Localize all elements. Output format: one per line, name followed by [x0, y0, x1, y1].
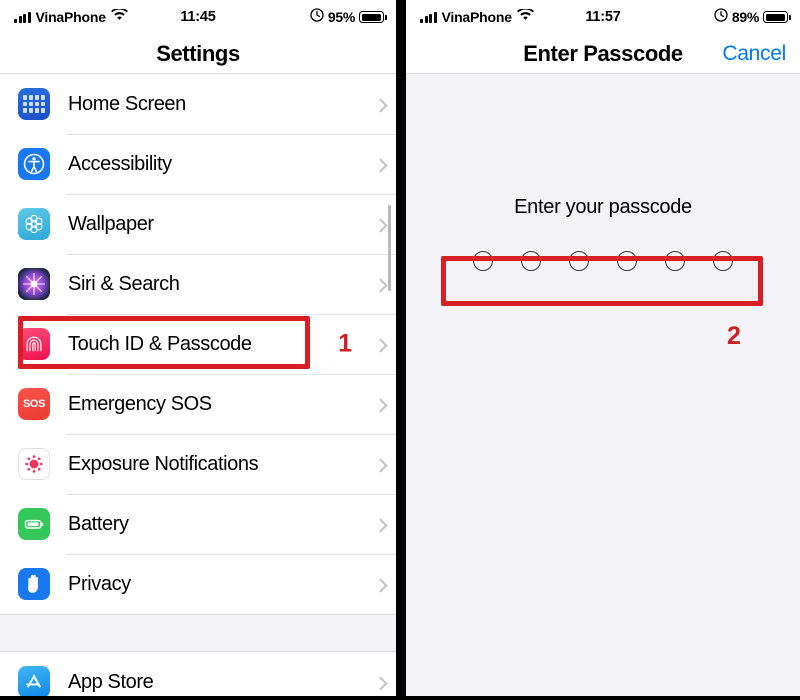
- settings-list-section-2: App Store: [0, 652, 396, 696]
- passcode-dots[interactable]: [406, 251, 800, 271]
- settings-row-label: Accessibility: [68, 152, 172, 175]
- passcode-prompt: Enter your passcode: [514, 196, 692, 218]
- battery-icon: [359, 11, 387, 23]
- wallpaper-icon: [18, 208, 50, 240]
- settings-row-label: Emergency SOS: [68, 392, 212, 415]
- chevron-right-icon: [373, 158, 388, 173]
- settings-row-label: Wallpaper: [68, 212, 154, 235]
- chevron-right-icon: [373, 98, 388, 113]
- nav-bar-right: Enter Passcode Cancel: [406, 34, 800, 74]
- page-title: Settings: [156, 40, 240, 66]
- status-bar-right-group: 95%: [310, 7, 387, 27]
- nav-bar-left: Settings: [0, 34, 396, 74]
- chevron-right-icon: [373, 218, 388, 233]
- app-store-icon: [18, 666, 50, 696]
- passcode-dot: [521, 251, 541, 271]
- chevron-right-icon: [373, 578, 388, 593]
- chevron-right-icon: [373, 338, 388, 353]
- battery-percent-label: 89%: [731, 9, 759, 25]
- accessibility-icon: [18, 148, 50, 180]
- status-bar-right-group: 89%: [714, 7, 791, 27]
- settings-row-privacy[interactable]: Privacy: [0, 554, 396, 614]
- exposure-notifications-icon: [18, 448, 50, 480]
- battery-percent-label: 95%: [327, 9, 355, 25]
- step-annotation-1: 1: [338, 329, 352, 358]
- battery-settings-icon: [18, 508, 50, 540]
- chevron-right-icon: [373, 398, 388, 413]
- list-scrollbar[interactable]: [388, 205, 391, 291]
- chevron-right-icon: [373, 278, 388, 293]
- settings-screen-panel: VinaPhone 11:45 95% Settings Home Screen…: [0, 0, 396, 696]
- list-section-gap: [0, 614, 396, 652]
- chevron-right-icon: [373, 458, 388, 473]
- battery-icon: [763, 11, 791, 23]
- passcode-entry-area: Enter your passcode: [406, 196, 800, 271]
- settings-row-label: Home Screen: [68, 92, 186, 115]
- settings-row-app-store[interactable]: App Store: [0, 652, 396, 696]
- rotation-lock-icon: [714, 7, 728, 27]
- settings-row-battery[interactable]: Battery: [0, 494, 396, 554]
- settings-row-label: Battery: [68, 512, 129, 535]
- chevron-right-icon: [373, 676, 388, 691]
- rotation-lock-icon: [310, 7, 324, 27]
- status-bar-right: VinaPhone 11:57 89%: [406, 0, 800, 34]
- passcode-dot: [569, 251, 589, 271]
- cancel-button[interactable]: Cancel: [722, 42, 786, 66]
- passcode-dot: [617, 251, 637, 271]
- settings-row-home-screen[interactable]: Home Screen: [0, 74, 396, 134]
- settings-row-emergency-sos[interactable]: SOS Emergency SOS: [0, 374, 396, 434]
- emergency-sos-icon: SOS: [18, 388, 50, 420]
- home-screen-icon: [18, 88, 50, 120]
- settings-row-exposure-notifications[interactable]: Exposure Notifications: [0, 434, 396, 494]
- touch-id-fingerprint-icon: [18, 328, 50, 360]
- settings-row-label: Exposure Notifications: [68, 452, 259, 475]
- privacy-hand-icon: [18, 568, 50, 600]
- siri-icon: [18, 268, 50, 300]
- settings-row-siri-search[interactable]: Siri & Search: [0, 254, 396, 314]
- settings-row-touch-id-passcode[interactable]: Touch ID & Passcode 1: [0, 314, 396, 374]
- chevron-right-icon: [373, 518, 388, 533]
- passcode-dot: [713, 251, 733, 271]
- settings-row-label: Touch ID & Passcode: [68, 332, 252, 355]
- step-annotation-2: 2: [727, 322, 741, 350]
- settings-row-label: App Store: [68, 670, 154, 693]
- passcode-dot: [473, 251, 493, 271]
- status-bar-left: VinaPhone 11:45 95%: [0, 0, 396, 34]
- settings-row-accessibility[interactable]: Accessibility: [0, 134, 396, 194]
- settings-row-label: Siri & Search: [68, 272, 180, 295]
- settings-row-wallpaper[interactable]: Wallpaper: [0, 194, 396, 254]
- settings-row-label: Privacy: [68, 572, 131, 595]
- page-title: Enter Passcode: [523, 40, 683, 66]
- sos-label: SOS: [22, 398, 46, 410]
- settings-list-section-1: Home Screen Accessibility Wallpaper Siri…: [0, 74, 396, 614]
- passcode-dot: [665, 251, 685, 271]
- screenshot-stage: VinaPhone 11:45 95% Settings Home Screen…: [0, 0, 800, 700]
